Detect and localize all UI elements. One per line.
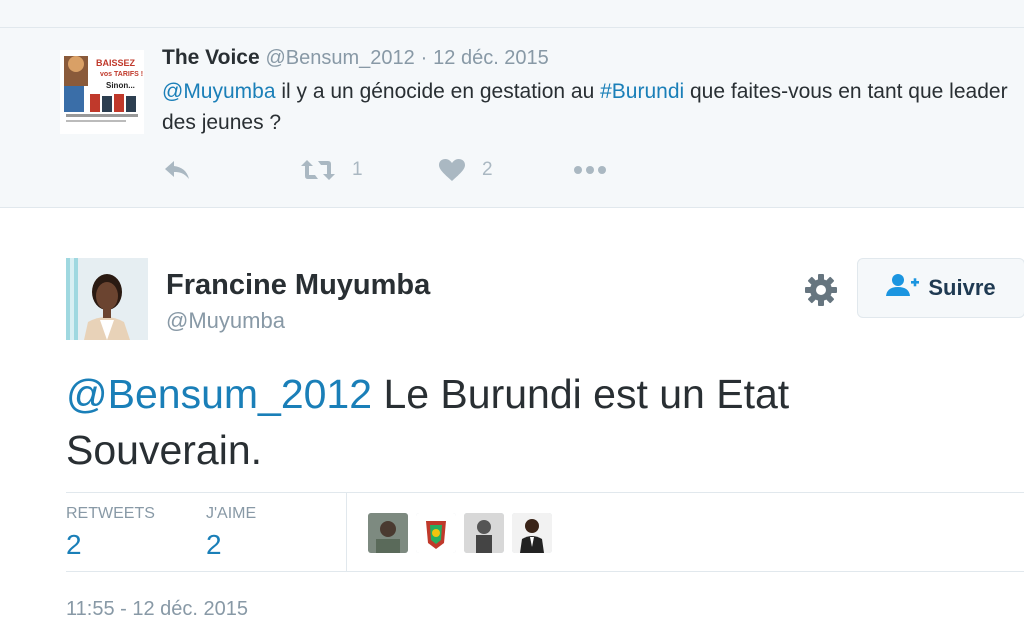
follow-button-label: Suivre: [928, 275, 996, 300]
gear-button[interactable]: [803, 272, 839, 308]
header-separator: ·: [420, 47, 428, 69]
main-author-name[interactable]: Francine Muyumba: [166, 269, 430, 302]
retweets-count: 2: [66, 529, 82, 560]
reply-icon: [162, 158, 192, 182]
add-user-icon: [886, 273, 920, 303]
retweet-button[interactable]: 1: [300, 158, 363, 182]
parent-tweet-text: @Muyumba il y a un génocide en gestation…: [162, 76, 1012, 138]
parent-author-handle[interactable]: @Bensum_2012: [265, 47, 414, 69]
parent-avatar[interactable]: BAISSEZ vos TARIFS ! Sinon...: [60, 50, 144, 134]
main-tweet-text: @Bensum_2012 Le Burundi est un Etat Souv…: [66, 366, 996, 478]
parent-text-part1: il y a un génocide en gestation au: [275, 80, 601, 103]
tweet-timestamp[interactable]: 11:55 - 12 déc. 2015: [66, 598, 248, 621]
liker-avatar[interactable]: [464, 513, 504, 553]
stats-divider: [346, 493, 347, 571]
retweet-icon: [300, 158, 336, 182]
more-button[interactable]: [572, 158, 608, 182]
like-count: 2: [482, 159, 493, 180]
likes-label: J'AIME: [206, 505, 257, 522]
retweet-count: 1: [352, 159, 363, 180]
liker-avatar[interactable]: [416, 513, 456, 553]
likers-avatars: [368, 513, 552, 553]
parent-tweet-date[interactable]: 12 déc. 2015: [433, 47, 549, 69]
parent-tweet[interactable]: BAISSEZ vos TARIFS ! Sinon... The Voice …: [0, 28, 1024, 208]
liker-avatar[interactable]: [368, 513, 408, 553]
hashtag-link[interactable]: #Burundi: [600, 80, 684, 103]
main-avatar[interactable]: [66, 258, 148, 340]
gear-icon: [803, 274, 839, 312]
reply-button[interactable]: [162, 158, 192, 182]
liker-avatar[interactable]: [512, 513, 552, 553]
heart-icon: [438, 158, 466, 182]
mention-link[interactable]: @Muyumba: [162, 80, 276, 103]
follow-button[interactable]: Suivre: [857, 258, 1024, 318]
likes-stat[interactable]: J'AIME 2: [206, 505, 256, 561]
like-button[interactable]: 2: [438, 158, 493, 182]
retweets-stat[interactable]: RETWEETS 2: [66, 505, 155, 561]
parent-author-name[interactable]: The Voice: [162, 46, 260, 69]
avatar-text-3: Sinon...: [106, 81, 135, 90]
previous-tweet-edge: [0, 0, 1024, 28]
main-mention-link[interactable]: @Bensum_2012: [66, 371, 372, 417]
tweet-stats: RETWEETS 2 J'AIME 2: [66, 492, 1024, 572]
avatar-text-2: vos TARIFS !: [100, 71, 143, 78]
parent-tweet-header: The Voice @Bensum_2012 · 12 déc. 2015: [162, 46, 549, 70]
retweets-label: RETWEETS: [66, 505, 155, 522]
avatar-text-1: BAISSEZ: [96, 58, 136, 68]
likes-count: 2: [206, 529, 222, 560]
main-author-handle[interactable]: @Muyumba: [166, 308, 285, 334]
more-icon: [572, 158, 608, 182]
